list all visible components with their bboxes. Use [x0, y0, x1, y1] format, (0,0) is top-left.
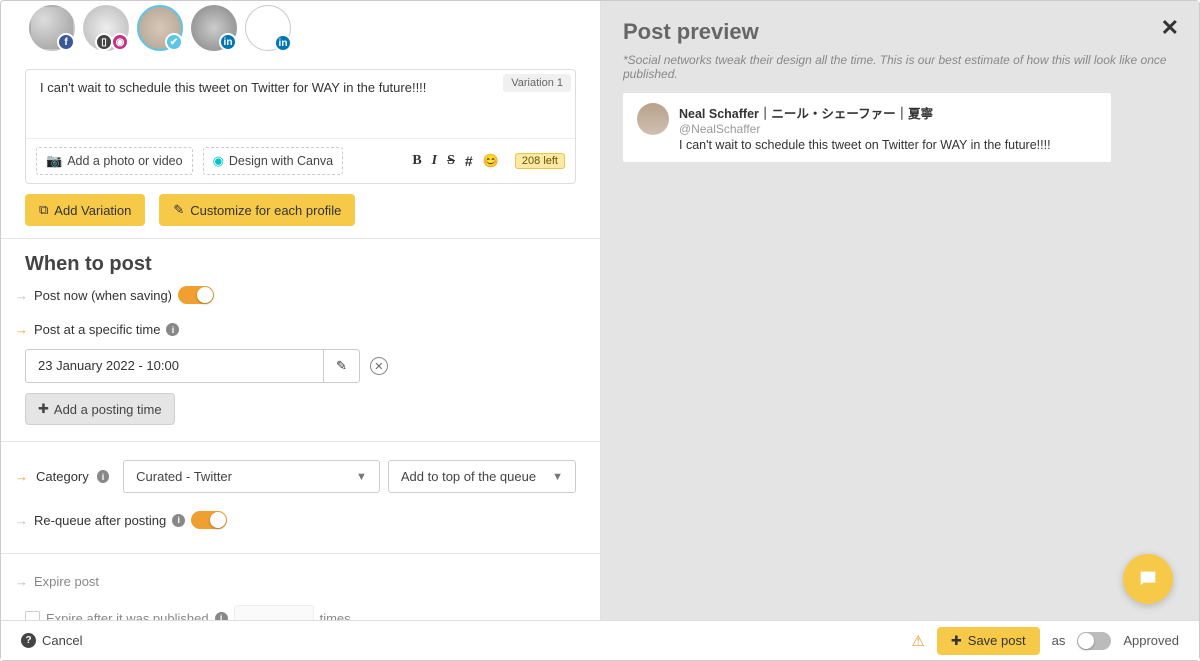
- queue-mode-selected: Add to top of the queue: [401, 469, 536, 484]
- tweet-preview-card: Neal Schaffer｜ニール・シェーファー｜夏寧 @NealSchaffe…: [623, 93, 1111, 162]
- category-section: → Category i Curated - Twitter ▼ Add to …: [1, 441, 600, 553]
- save-post-button[interactable]: ✚ Save post: [937, 627, 1040, 655]
- approved-toggle[interactable]: [1077, 632, 1111, 650]
- info-icon[interactable]: i: [172, 514, 185, 527]
- preview-disclaimer: *Social networks tweak their design all …: [623, 53, 1177, 81]
- edit-datetime-button[interactable]: ✎: [323, 349, 360, 383]
- footer-bar: ? Cancel ⚠ ✚ Save post as Approved: [1, 620, 1199, 660]
- approved-label: Approved: [1123, 633, 1179, 648]
- profile-avatar-4[interactable]: in: [191, 5, 237, 51]
- chevron-down-icon: ▼: [356, 471, 367, 483]
- datetime-input[interactable]: 23 January 2022 - 10:00: [25, 349, 323, 383]
- arrow-icon: →: [15, 469, 28, 484]
- design-canva-button[interactable]: ◉ Design with Canva: [203, 147, 344, 175]
- add-variation-label: Add Variation: [54, 203, 131, 218]
- when-to-post-section: When to post → Post now (when saving) → …: [1, 238, 600, 441]
- remove-datetime-button[interactable]: ✕: [370, 357, 388, 375]
- copy-icon: ⧉: [39, 202, 48, 218]
- bold-button[interactable]: B: [412, 153, 421, 169]
- camera-icon: 📷: [46, 153, 62, 169]
- info-icon[interactable]: i: [166, 323, 179, 336]
- pencil-icon: ✎: [336, 358, 347, 373]
- preview-heading: Post preview: [623, 19, 1177, 45]
- category-selected: Curated - Twitter: [136, 469, 232, 484]
- requeue-toggle[interactable]: [191, 511, 227, 529]
- save-post-label: Save post: [968, 633, 1026, 648]
- arrow-icon: →: [15, 574, 28, 589]
- expire-section: → Expire post Expire after it was publis…: [1, 553, 600, 621]
- add-variation-button[interactable]: ⧉ Add Variation: [25, 194, 145, 226]
- arrow-icon: →: [15, 288, 28, 303]
- add-media-label: Add a photo or video: [67, 154, 182, 168]
- expire-count-input[interactable]: [234, 605, 314, 621]
- italic-button[interactable]: I: [432, 153, 437, 169]
- close-button[interactable]: ✕: [1161, 15, 1179, 41]
- add-posting-time-button[interactable]: ✚ Add a posting time: [25, 393, 175, 425]
- warning-icon[interactable]: ⚠: [911, 632, 924, 650]
- post-now-label: Post now (when saving): [34, 288, 172, 303]
- when-to-post-heading: When to post: [25, 253, 576, 276]
- profile-selector: f ▯ ◉ ✔ in in: [1, 1, 600, 55]
- preview-avatar: [637, 103, 669, 135]
- preview-handle: @NealSchaffer: [679, 122, 1051, 136]
- emoji-button[interactable]: 😊: [483, 153, 499, 169]
- requeue-label: Re-queue after posting: [34, 513, 166, 528]
- plus-icon: ✚: [38, 401, 49, 417]
- post-now-toggle[interactable]: [178, 286, 214, 304]
- plus-icon: ✚: [951, 633, 962, 649]
- info-icon[interactable]: i: [97, 470, 109, 483]
- arrow-icon: →: [15, 513, 28, 528]
- hashtag-button[interactable]: #: [465, 153, 473, 169]
- variation-tag: Variation 1: [503, 74, 571, 92]
- facebook-badge-icon: f: [57, 33, 75, 51]
- char-counter: 208 left: [515, 153, 565, 169]
- queue-mode-select[interactable]: Add to top of the queue ▼: [388, 460, 576, 493]
- linkedin-badge-icon: in: [274, 34, 292, 52]
- cancel-button[interactable]: ? Cancel: [21, 633, 82, 648]
- help-icon: ?: [21, 633, 36, 648]
- instagram-badge-icon: ◉: [111, 33, 129, 51]
- profile-avatar-1[interactable]: f: [29, 5, 75, 51]
- pencil-icon: ✎: [173, 202, 184, 218]
- as-label: as: [1052, 633, 1066, 648]
- customize-label: Customize for each profile: [190, 203, 341, 218]
- profile-avatar-3[interactable]: ✔: [137, 5, 183, 51]
- preview-name: Neal Schaffer｜ニール・シェーファー｜夏寧: [679, 103, 1051, 122]
- cancel-label: Cancel: [42, 633, 82, 648]
- chat-support-button[interactable]: [1123, 554, 1173, 604]
- linkedin-badge-icon: in: [219, 33, 237, 51]
- customize-button[interactable]: ✎ Customize for each profile: [159, 194, 355, 226]
- preview-text: I can't wait to schedule this tweet on T…: [679, 138, 1051, 152]
- post-composer: Variation 1 I can't wait to schedule thi…: [25, 69, 576, 184]
- design-canva-label: Design with Canva: [229, 154, 333, 168]
- expire-label: Expire post: [34, 574, 99, 589]
- category-label: Category: [36, 469, 89, 484]
- chat-icon: [1137, 568, 1159, 590]
- twitter-badge-icon: ✔: [165, 33, 183, 51]
- post-specific-label: Post at a specific time: [34, 322, 160, 337]
- chevron-down-icon: ▼: [552, 471, 563, 483]
- arrow-icon: →: [15, 322, 28, 337]
- canva-icon: ◉: [213, 153, 224, 169]
- composer-textarea[interactable]: I can't wait to schedule this tweet on T…: [40, 80, 561, 128]
- add-media-button[interactable]: 📷 Add a photo or video: [36, 147, 193, 175]
- profile-avatar-2[interactable]: ▯ ◉: [83, 5, 129, 51]
- strike-button[interactable]: S: [447, 153, 455, 169]
- add-posting-time-label: Add a posting time: [54, 402, 162, 417]
- category-select[interactable]: Curated - Twitter ▼: [123, 460, 380, 493]
- profile-avatar-5[interactable]: in: [245, 5, 291, 51]
